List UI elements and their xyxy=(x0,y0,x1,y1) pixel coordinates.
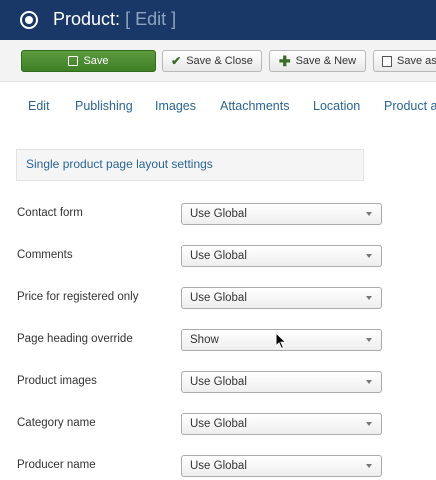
dropdown-arrow-icon xyxy=(366,254,372,258)
contact-form-label: Contact form xyxy=(17,207,83,219)
producer-name-select[interactable]: Use Global xyxy=(181,455,382,477)
product-images-value: Use Global xyxy=(190,376,247,388)
section-header: Single product page layout settings xyxy=(16,149,364,181)
section-title: Single product page layout settings xyxy=(26,157,213,171)
contact-form-select[interactable]: Use Global xyxy=(181,203,382,225)
page-heading-override-value: Show xyxy=(190,334,219,346)
dropdown-arrow-icon xyxy=(366,422,372,426)
tab-attachments[interactable]: Attachments xyxy=(220,99,289,113)
mouse-cursor-icon xyxy=(275,332,287,350)
save-as-copy-button[interactable]: Save as xyxy=(373,50,436,72)
page-title-mode: [ Edit ] xyxy=(125,9,177,29)
tab-images[interactable]: Images xyxy=(155,99,196,113)
comments-value: Use Global xyxy=(190,250,247,262)
dropdown-arrow-icon xyxy=(366,338,372,342)
save-button-label: Save xyxy=(83,55,109,67)
comments-select[interactable]: Use Global xyxy=(181,245,382,267)
check-icon: ✔ xyxy=(171,54,182,68)
tab-bar: Edit Publishing Images Attachments Locat… xyxy=(0,82,436,132)
tab-publishing[interactable]: Publishing xyxy=(75,99,133,113)
target-icon xyxy=(20,11,38,29)
category-name-select[interactable]: Use Global xyxy=(181,413,382,435)
price-registered-select[interactable]: Use Global xyxy=(181,287,382,309)
page-title-text: Product: xyxy=(53,9,121,29)
category-name-value: Use Global xyxy=(190,418,247,430)
dropdown-arrow-icon xyxy=(366,212,372,216)
save-new-button[interactable]: ✚ Save & New xyxy=(269,50,366,72)
page-title: Product: [ Edit ] xyxy=(53,9,176,30)
edit-icon xyxy=(68,56,79,66)
save-new-label: Save & New xyxy=(295,55,357,67)
comments-label: Comments xyxy=(17,249,73,261)
price-registered-label: Price for registered only xyxy=(17,291,139,303)
save-close-button[interactable]: ✔ Save & Close xyxy=(162,50,262,72)
product-images-label: Product images xyxy=(17,375,97,387)
tab-edit[interactable]: Edit xyxy=(28,99,50,113)
dropdown-arrow-icon xyxy=(366,380,372,384)
copy-icon xyxy=(379,52,392,67)
plus-icon: ✚ xyxy=(278,53,291,69)
producer-name-label: Producer name xyxy=(17,459,96,471)
page-heading-override-label: Page heading override xyxy=(17,333,133,345)
toolbar: Save ✔ Save & Close ✚ Save & New Save as xyxy=(0,40,436,82)
producer-name-value: Use Global xyxy=(190,460,247,472)
product-images-select[interactable]: Use Global xyxy=(181,371,382,393)
save-button[interactable]: Save xyxy=(21,50,156,72)
save-close-label: Save & Close xyxy=(186,55,253,67)
price-registered-value: Use Global xyxy=(190,292,247,304)
app-header: Product: [ Edit ] xyxy=(0,0,436,40)
category-name-label: Category name xyxy=(17,417,96,429)
save-as-label: Save as xyxy=(397,55,436,67)
tab-location[interactable]: Location xyxy=(313,99,360,113)
tab-product-a[interactable]: Product a xyxy=(384,99,436,113)
dropdown-arrow-icon xyxy=(366,464,372,468)
dropdown-arrow-icon xyxy=(366,296,372,300)
contact-form-value: Use Global xyxy=(190,208,247,220)
